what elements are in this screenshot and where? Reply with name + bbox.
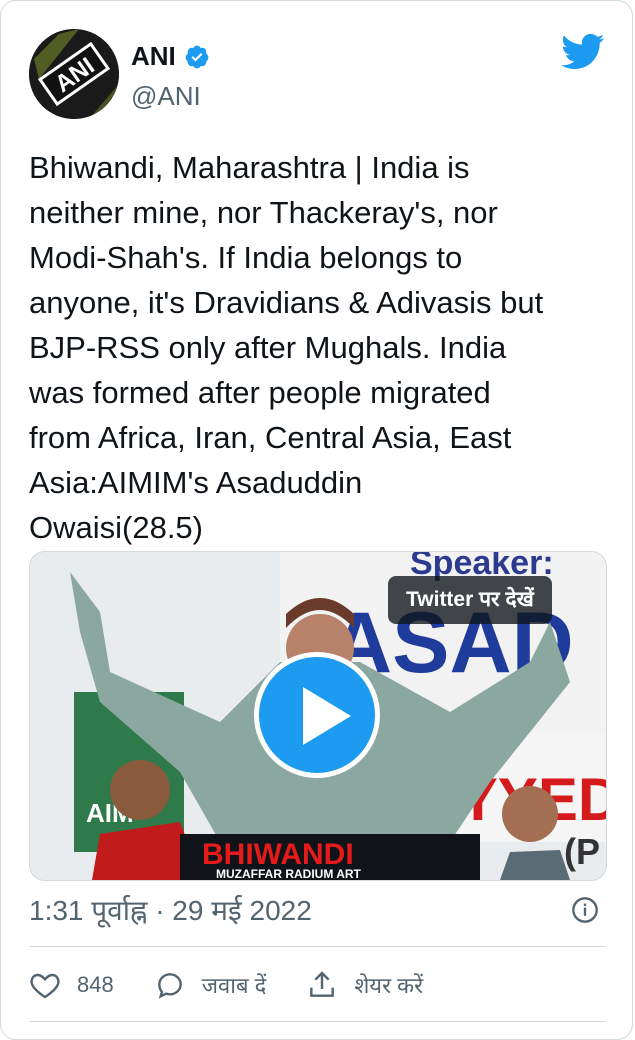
like-count: 848 bbox=[77, 972, 114, 997]
tweet-text: Bhiwandi, Maharashtra | India is neither… bbox=[29, 150, 544, 545]
tweet-card[interactable]: ANI ANI @ANI Bhiwandi, Maharashtra | Ind… bbox=[0, 0, 633, 1040]
author-handle[interactable]: @ANI bbox=[131, 81, 201, 112]
avatar[interactable]: ANI bbox=[29, 29, 119, 119]
video-thumbnail[interactable]: Speaker: ASAD AYYED (P AIM BHIWANDI MUZA… bbox=[29, 551, 607, 881]
action-bar: 848 जवाब दें शेयर करें bbox=[29, 961, 463, 1009]
like-button[interactable]: 848 bbox=[29, 969, 114, 1001]
tweet-timestamp[interactable]: 1:31 पूर्वाह्न · 29 मई 2022 bbox=[29, 891, 312, 929]
author-name[interactable]: ANI bbox=[131, 41, 176, 72]
author-row[interactable]: ANI bbox=[131, 41, 210, 72]
verified-badge-icon bbox=[185, 45, 209, 68]
banner-side-text: (P bbox=[564, 831, 600, 872]
share-icon bbox=[310, 971, 335, 997]
info-icon[interactable] bbox=[571, 896, 599, 924]
reply-button[interactable]: जवाब दें bbox=[154, 969, 267, 1001]
reply-label: जवाब दें bbox=[201, 973, 267, 998]
watch-on-twitter-button[interactable]: Twitter पर देखें bbox=[388, 576, 552, 624]
podium-sub-text: MUZAFFAR RADIUM ART bbox=[216, 867, 362, 880]
divider bbox=[29, 946, 605, 947]
play-button[interactable] bbox=[254, 652, 380, 778]
share-label: शेयर करें bbox=[354, 973, 424, 998]
bottom-divider bbox=[29, 1021, 605, 1022]
heart-icon bbox=[30, 973, 60, 999]
twitter-bird-icon[interactable] bbox=[561, 33, 605, 71]
share-button[interactable]: शेयर करें bbox=[306, 969, 423, 1001]
reply-icon bbox=[157, 973, 182, 999]
play-icon bbox=[303, 687, 351, 745]
